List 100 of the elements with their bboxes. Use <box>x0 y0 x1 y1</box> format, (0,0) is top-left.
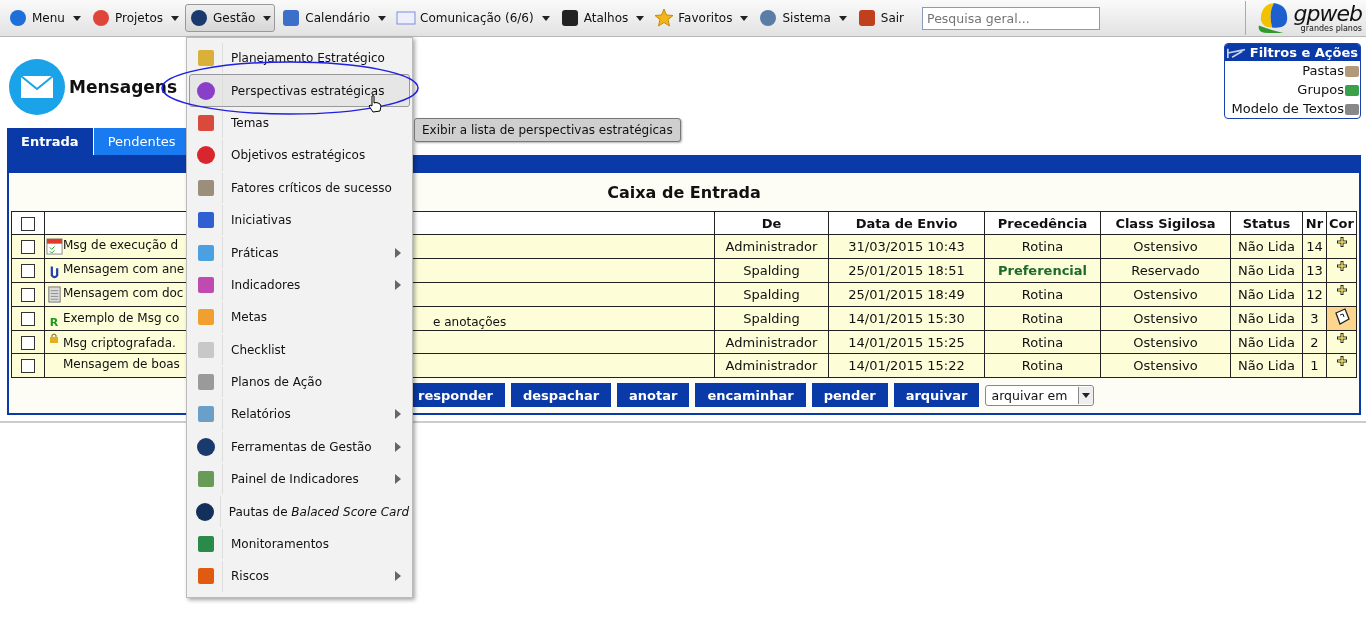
table-cell: 14/01/2015 15:30 <box>828 306 985 331</box>
action-button[interactable]: anotar <box>617 383 690 407</box>
table-cell: 14/01/2015 15:22 <box>828 353 985 378</box>
search-field[interactable]: Pesquisa geral... <box>922 6 1101 30</box>
column-header: De <box>714 211 829 235</box>
table-cell: Reservado <box>1100 258 1231 283</box>
dropdown-option[interactable]: Metas <box>189 301 410 334</box>
table-cell: Ostensivo <box>1100 330 1231 354</box>
table-cell: 14/01/2015 15:25 <box>828 330 985 354</box>
action-button[interactable]: pender <box>811 383 888 407</box>
menu-bar-item[interactable]: Comunicação (6/6) <box>392 4 554 32</box>
plus-icon[interactable] <box>1336 356 1347 366</box>
menu-bar-item[interactable]: Calendário <box>277 4 390 32</box>
row-checkbox[interactable] <box>21 240 35 255</box>
option-icon <box>196 339 216 360</box>
menu-bar-item[interactable]: Projetos <box>86 4 183 32</box>
dropdown-option[interactable]: Iniciativas <box>189 203 410 237</box>
table-cell: Rotina <box>984 306 1101 331</box>
table-cell: 31/03/2015 10:43 <box>828 234 985 259</box>
panel-link[interactable]: Grupos <box>1297 82 1344 97</box>
caret-icon <box>263 15 272 21</box>
menu-bar-item[interactable]: Atalhos <box>555 4 649 32</box>
caret-icon <box>1082 392 1091 398</box>
row-checkbox[interactable] <box>21 359 35 374</box>
table-cell: Spalding <box>714 258 829 283</box>
table-cell: Rotina <box>984 234 1101 259</box>
dropdown-option[interactable]: Pautas de Balaced Score Card <box>189 495 410 528</box>
option-icon <box>196 404 216 425</box>
option-icon <box>196 469 216 490</box>
table-cell: Spalding <box>714 306 829 331</box>
dropdown-option[interactable]: Monitoramentos <box>189 527 410 561</box>
table-cell: Ostensivo <box>1100 282 1231 307</box>
logo-tagline: grandes planos <box>1300 25 1362 33</box>
envelope-icon <box>9 59 65 115</box>
option-icon <box>196 80 216 101</box>
menu-bar-item[interactable]: Menu <box>4 4 85 32</box>
dropdown-option[interactable]: Painel de Indicadores <box>189 463 410 496</box>
menu-bar-item[interactable]: Sair <box>852 4 909 32</box>
archive-select[interactable]: arquivar em <box>985 384 1095 406</box>
menu-bar-item[interactable]: Sistema <box>754 4 851 32</box>
action-button[interactable]: despachar <box>511 383 612 407</box>
menu-bar-item[interactable]: Favoritos <box>650 4 753 32</box>
table-cell: Preferencial <box>984 258 1101 283</box>
message-subject[interactable]: e anotações <box>433 315 507 329</box>
option-icon <box>196 436 216 457</box>
row-checkbox[interactable] <box>21 312 35 327</box>
message-subject[interactable]: Mensagem com ane <box>63 262 185 276</box>
plus-icon[interactable] <box>1336 261 1347 271</box>
panel-link[interactable]: Modelo de Textos <box>1231 101 1344 116</box>
column-header: Cor <box>1326 211 1357 235</box>
menu-icon <box>281 8 302 28</box>
plus-icon[interactable] <box>1336 333 1347 343</box>
dropdown-option[interactable]: Fatores críticos de sucesso <box>189 171 410 204</box>
option-icon <box>196 145 216 166</box>
row-checkbox[interactable] <box>21 264 35 279</box>
submenu-arrow-icon <box>395 409 401 420</box>
panel-link[interactable]: Pastas <box>1302 63 1344 78</box>
dropdown-option[interactable]: Práticas <box>189 236 410 269</box>
dropdown-option[interactable]: Riscos <box>189 560 410 593</box>
message-subject[interactable]: Msg criptografada. <box>63 335 176 350</box>
select-all-checkbox[interactable] <box>21 216 35 231</box>
column-header: Status <box>1230 211 1303 235</box>
table-cell: Ostensivo <box>1100 234 1231 259</box>
menu-icon <box>396 8 416 28</box>
caret-icon <box>72 15 81 21</box>
dropdown-option[interactable]: Planejamento Estratégico <box>189 42 410 75</box>
dropdown-option[interactable]: Objetivos estratégicos <box>189 139 410 172</box>
menu-bar-item[interactable]: Gestão <box>185 4 276 32</box>
plus-icon[interactable] <box>1336 285 1347 295</box>
submenu-arrow-icon <box>395 474 401 485</box>
dropdown-option[interactable]: Indicadores <box>189 268 410 302</box>
tooltip: Exibir a lista de perspectivas estratégicas <box>414 118 681 142</box>
table-cell: Rotina <box>984 353 1101 378</box>
message-subject[interactable]: Msg de execução d <box>63 238 179 252</box>
row-checkbox[interactable] <box>21 288 35 303</box>
table-cell: Rotina <box>984 282 1101 307</box>
dropdown-option[interactable]: Checklist <box>189 333 410 366</box>
message-subject[interactable]: Exemplo de Msg co <box>63 311 180 325</box>
table-cell: Administrador <box>714 234 829 259</box>
table-cell: Rotina <box>984 330 1101 354</box>
option-icon <box>196 372 216 393</box>
caret-icon <box>740 15 749 21</box>
menu-icon <box>90 8 111 28</box>
option-icon <box>194 501 215 522</box>
menu-icon <box>559 8 580 28</box>
action-button[interactable]: arquivar <box>893 383 980 407</box>
reply-mark: R <box>49 317 59 328</box>
dropdown-option[interactable]: Ferramentas de Gestão <box>189 430 410 464</box>
dropdown-option[interactable]: Temas <box>189 106 410 140</box>
plus-icon[interactable] <box>1336 237 1347 247</box>
column-header: Nr <box>1302 211 1327 235</box>
message-subject[interactable]: Mensagem com doc <box>63 286 184 300</box>
table-cell: Ostensivo <box>1100 306 1231 331</box>
message-subject[interactable]: Mensagem de boas <box>63 357 180 371</box>
inbox-title: Caixa de Entrada <box>607 183 761 202</box>
tab[interactable]: Entrada <box>7 128 94 155</box>
dropdown-option[interactable]: Perspectivas estratégicas <box>189 74 410 107</box>
row-checkbox[interactable] <box>21 335 35 350</box>
action-button[interactable]: encaminhar <box>695 383 806 407</box>
caret-icon <box>171 15 179 21</box>
